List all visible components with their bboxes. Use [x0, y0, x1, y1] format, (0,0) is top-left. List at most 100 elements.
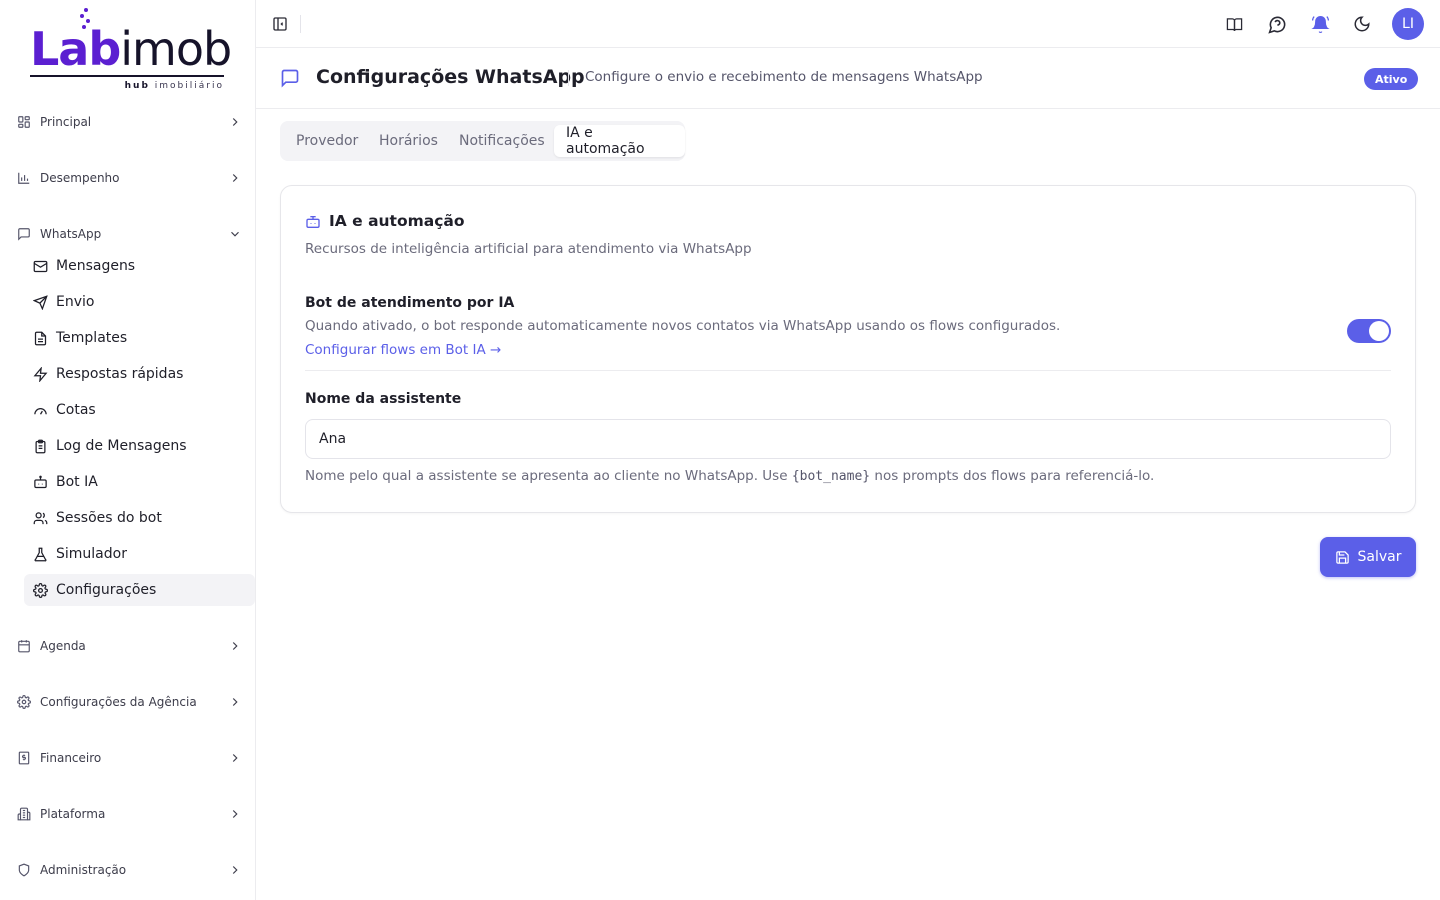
settings-icon	[16, 694, 32, 710]
sidebar-group-plataforma[interactable]: Plataforma	[16, 802, 242, 826]
sidebar-item-label: Simulador	[56, 546, 127, 562]
grid-icon	[16, 114, 32, 130]
mail-icon	[32, 258, 48, 274]
message-square-icon	[16, 226, 32, 242]
chevron-right-icon	[228, 863, 242, 877]
tab-horarios[interactable]: Horários	[367, 125, 450, 157]
save-button[interactable]: Salvar	[1320, 537, 1416, 577]
users-icon	[32, 510, 48, 526]
sidebar-item-label: Configurações	[56, 582, 157, 598]
message-square-icon	[280, 68, 300, 88]
toggle-knob	[1369, 321, 1389, 341]
chevron-right-icon	[228, 639, 242, 653]
sidebar-toggle-button[interactable]	[270, 14, 290, 34]
assistant-name-label: Nome da assistente	[305, 391, 462, 407]
sidebar: Labimob hub imobiliário Principal Desemp…	[0, 0, 256, 900]
brand-logo[interactable]: Labimob hub imobiliário	[30, 8, 232, 94]
user-avatar[interactable]: LI	[1392, 8, 1424, 40]
top-bar: LI	[256, 0, 1440, 48]
sidebar-group-label: Agenda	[40, 639, 86, 653]
status-badge: Ativo	[1364, 68, 1419, 90]
save-button-label: Salvar	[1357, 549, 1402, 565]
sidebar-group-configuracoes-agencia[interactable]: Configurações da Agência	[16, 690, 242, 714]
message-help-icon[interactable]	[1265, 12, 1289, 36]
sidebar-item-label: Templates	[56, 330, 128, 346]
bot-enabled-toggle[interactable]	[1347, 319, 1391, 343]
sidebar-item-label: Envio	[56, 294, 95, 310]
gauge-icon	[32, 402, 48, 418]
sidebar-group-label: Plataforma	[40, 807, 106, 821]
sidebar-item-cotas[interactable]: Cotas	[24, 394, 255, 426]
sidebar-item-sessoes-do-bot[interactable]: Sessões do bot	[24, 502, 255, 534]
tab-provedor[interactable]: Provedor	[284, 125, 370, 157]
sidebar-group-label: WhatsApp	[40, 227, 102, 241]
logo-underline	[30, 75, 224, 77]
sidebar-item-label: Sessões do bot	[56, 510, 162, 526]
assistant-name-input[interactable]	[305, 419, 1391, 459]
chevron-right-icon	[228, 751, 242, 765]
chevron-right-icon	[228, 171, 242, 185]
receipt-icon	[16, 750, 32, 766]
sidebar-item-label: Cotas	[56, 402, 96, 418]
chevron-right-icon	[228, 115, 242, 129]
bot-setting-label: Bot de atendimento por IA	[305, 295, 515, 311]
section-divider	[305, 370, 1391, 371]
moon-icon[interactable]	[1350, 12, 1374, 36]
file-text-icon	[32, 330, 48, 346]
page-header: Configurações WhatsApp Configure o envio…	[256, 48, 1440, 109]
sidebar-item-bot-ia[interactable]: Bot IA	[24, 466, 255, 498]
sidebar-group-whatsapp[interactable]: WhatsApp	[16, 222, 242, 246]
bot-name-variable: {bot_name}	[791, 469, 871, 484]
sidebar-group-label: Configurações da Agência	[40, 695, 197, 709]
book-open-icon[interactable]	[1222, 12, 1246, 36]
bot-icon	[32, 474, 48, 490]
chevron-down-icon	[228, 227, 242, 241]
assistant-name-help: Nome pelo qual a assistente se apresenta…	[305, 468, 1155, 484]
card-title: IA e automação	[329, 212, 465, 230]
sidebar-group-label: Financeiro	[40, 751, 102, 765]
sidebar-item-simulador[interactable]: Simulador	[24, 538, 255, 570]
sidebar-item-envio[interactable]: Envio	[24, 286, 255, 318]
zap-icon	[32, 366, 48, 382]
sidebar-item-configuracoes[interactable]: Configurações	[24, 574, 255, 606]
sidebar-group-label: Principal	[40, 115, 92, 129]
settings-tabs: Provedor Horários Notificações IA e auto…	[280, 121, 685, 161]
ia-automation-card: IA e automação Recursos de inteligência …	[280, 185, 1416, 513]
sidebar-item-templates[interactable]: Templates	[24, 322, 255, 354]
sidebar-group-label: Desempenho	[40, 171, 120, 185]
page-description: Configure o envio e recebimento de mensa…	[585, 69, 983, 85]
page-header-divider	[568, 70, 569, 86]
sidebar-item-log-de-mensagens[interactable]: Log de Mensagens	[24, 430, 255, 462]
sidebar-item-respostas-rapidas[interactable]: Respostas rápidas	[24, 358, 255, 390]
chevron-right-icon	[228, 695, 242, 709]
bell-ring-icon[interactable]	[1308, 12, 1332, 36]
sidebar-item-label: Bot IA	[56, 474, 98, 490]
top-bar-divider	[300, 15, 301, 33]
sidebar-group-financeiro[interactable]: Financeiro	[16, 746, 242, 770]
sidebar-group-label: Administração	[40, 863, 127, 877]
sidebar-item-label: Respostas rápidas	[56, 366, 184, 382]
tab-notificacoes[interactable]: Notificações	[447, 125, 557, 157]
panel-left-icon	[273, 17, 287, 31]
flask-icon	[32, 546, 48, 562]
settings-icon	[32, 582, 48, 598]
card-description: Recursos de inteligência artificial para…	[305, 241, 752, 257]
sidebar-item-mensagens[interactable]: Mensagens	[24, 250, 255, 282]
sidebar-group-agenda[interactable]: Agenda	[16, 634, 242, 658]
shield-icon	[16, 862, 32, 878]
sidebar-group-desempenho[interactable]: Desempenho	[16, 166, 242, 190]
logo-wordmark: Labimob	[30, 22, 232, 76]
clipboard-list-icon	[32, 438, 48, 454]
send-icon	[32, 294, 48, 310]
bar-chart-icon	[16, 170, 32, 186]
page-title: Configurações WhatsApp	[316, 66, 585, 88]
bot-setting-description: Quando ativado, o bot responde automatic…	[305, 318, 1061, 334]
chevron-right-icon	[228, 807, 242, 821]
tab-ia-e-automacao[interactable]: IA e automação	[554, 125, 685, 157]
sidebar-group-administracao[interactable]: Administração	[16, 858, 242, 882]
sidebar-group-principal[interactable]: Principal	[16, 110, 242, 134]
sidebar-item-label: Log de Mensagens	[56, 438, 187, 454]
bot-icon	[305, 214, 321, 230]
configure-flows-link[interactable]: Configurar flows em Bot IA →	[305, 342, 501, 358]
sidebar-item-label: Mensagens	[56, 258, 136, 274]
